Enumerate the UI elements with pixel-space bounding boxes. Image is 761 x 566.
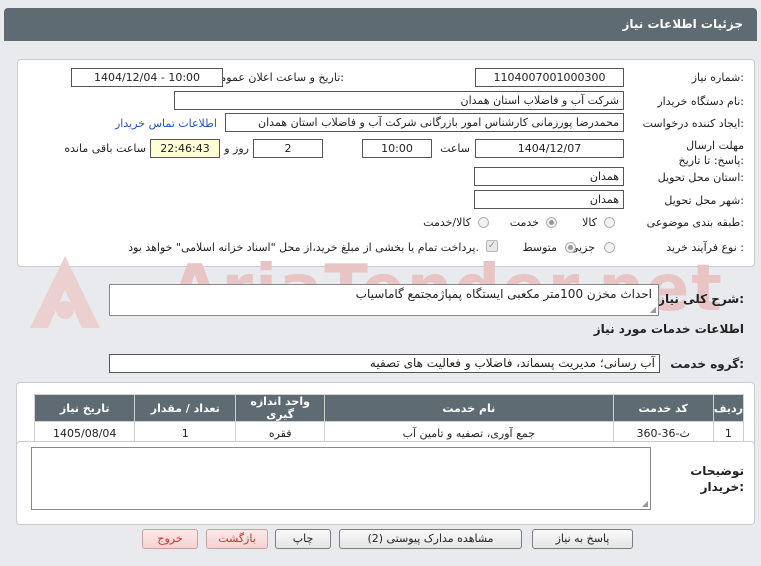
services-section-title: اطلاعات خدمات مورد نیاز	[593, 322, 744, 336]
window-titlebar: جزئیات اطلاعات نیاز	[4, 8, 757, 41]
creator-label: ایجاد کننده درخواست:	[642, 117, 744, 130]
category-service-radio[interactable]	[546, 217, 557, 228]
process-medium-label: متوسط	[522, 241, 557, 254]
process-label: نوع فرآیند خرید :	[666, 241, 744, 254]
col-unit-header: واحد اندازه گیری	[235, 394, 326, 422]
resize-grip-icon[interactable]: ◢	[650, 305, 656, 314]
col-date-header: تاریخ نیاز	[33, 394, 136, 422]
summary-label: شرح کلی نیاز:	[658, 292, 744, 306]
service-group-field: آب رسانی؛ مدیریت پسماند، فاضلاب و فعالیت…	[109, 354, 660, 373]
table-header-row: ردیف کد خدمت نام خدمت واحد اندازه گیری ت…	[33, 394, 745, 422]
resize-grip-icon[interactable]: ◢	[642, 499, 648, 508]
announce-field: 1404/12/04 - 10:00	[71, 68, 223, 87]
respond-button[interactable]: پاسخ به نیاز	[532, 529, 633, 549]
buyer-field: شرکت آب و فاضلاب استان همدان	[174, 91, 624, 110]
remaining-time-field: 22:46:43	[150, 139, 220, 158]
category-goods-radio[interactable]	[604, 217, 615, 228]
buyer-label: نام دستگاه خریدار:	[657, 95, 744, 108]
category-service-label: خدمت	[509, 216, 539, 229]
exit-button[interactable]: خروج	[142, 529, 198, 549]
notes-label: توضیحات خریدار:	[690, 464, 744, 494]
announce-label: تاریخ و ساعت اعلان عمومی:	[211, 71, 344, 84]
window-title: جزئیات اطلاعات نیاز	[622, 17, 743, 31]
deadline-time-label: ساعت	[440, 142, 470, 155]
watermark-logo-icon	[30, 256, 100, 328]
category-goods-service-label: کالا/خدمت	[423, 216, 471, 229]
process-medium-radio[interactable]	[565, 242, 576, 253]
category-goods-label: کالا	[582, 216, 597, 229]
city-label: شهر محل تحویل:	[664, 194, 744, 207]
contact-buyer-link[interactable]: اطلاعات تماس خریدار	[115, 117, 217, 130]
print-button[interactable]: چاپ	[275, 529, 331, 549]
services-table: ردیف کد خدمت نام خدمت واحد اندازه گیری ت…	[33, 394, 745, 445]
deadline-date-field: 1404/12/07	[475, 139, 624, 158]
process-small-radio[interactable]	[604, 242, 615, 253]
col-index-header: ردیف	[712, 394, 745, 422]
summary-textarea[interactable]: احداث مخزن 100متر مکعبی ایستگاه پمپاژمجت…	[109, 284, 659, 316]
need-number-label: شماره نیاز:	[691, 71, 744, 84]
category-label: طبقه بندی موضوعی:	[646, 216, 744, 229]
col-name-header: نام خدمت	[324, 394, 614, 422]
deadline-time-field: 10:00	[362, 139, 432, 158]
service-group-label: گروه خدمت:	[670, 357, 744, 371]
days-label: روز و	[224, 142, 249, 155]
need-number-field: 1104007001000300	[475, 68, 624, 87]
category-goods-service-radio[interactable]	[478, 217, 489, 228]
city-field: همدان	[474, 190, 624, 209]
summary-text: احداث مخزن 100متر مکعبی ایستگاه پمپاژمجت…	[355, 287, 652, 301]
province-field: همدان	[474, 167, 624, 186]
creator-field: محمدرضا پورزمانی کارشناس امور بازرگانی ش…	[225, 113, 624, 132]
days-field: 2	[253, 139, 323, 158]
payment-checkbox[interactable]: ✓	[486, 240, 498, 252]
back-button[interactable]: بازگشت	[206, 529, 268, 549]
province-label: استان محل تحویل:	[657, 171, 744, 184]
col-code-header: کد خدمت	[612, 394, 714, 422]
col-qty-header: تعداد / مقدار	[134, 394, 237, 422]
remaining-label: ساعت باقی مانده	[64, 142, 146, 155]
attachments-button[interactable]: مشاهده مدارک پیوستی (2)	[339, 529, 522, 549]
deadline-label: مهلت ارسال پاسخ: تا تاریخ:	[678, 139, 744, 167]
payment-note: پرداخت تمام یا بخشی از مبلغ خرید،از محل …	[128, 241, 479, 254]
notes-textarea[interactable]: ◢	[31, 447, 651, 510]
